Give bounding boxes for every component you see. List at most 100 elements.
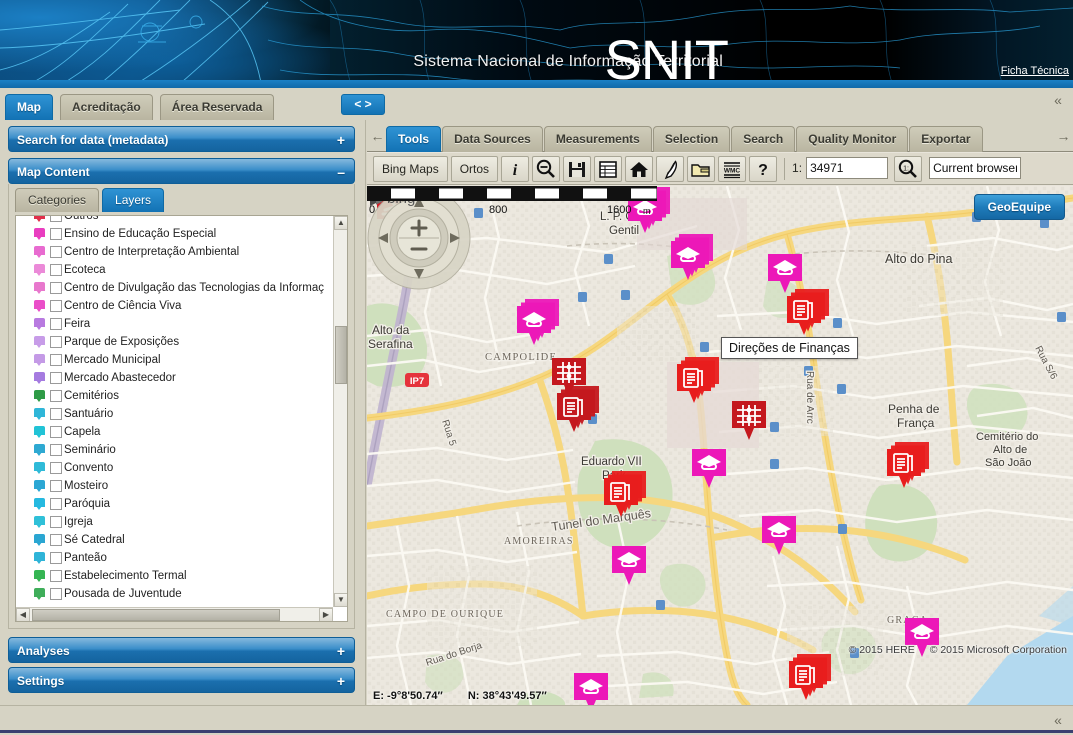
layer-list-item[interactable]: Centro de Divulgação das Tecnologias da … (16, 279, 333, 297)
layer-checkbox[interactable] (50, 354, 62, 366)
layer-list-item[interactable]: Sé Catedral (16, 531, 333, 549)
accordion-search-expand-icon[interactable]: + (337, 127, 345, 153)
collapse-header-chevron-icon[interactable]: « (1049, 92, 1067, 110)
accordion-settings-expand-icon[interactable]: + (337, 668, 345, 694)
layer-checkbox[interactable] (50, 534, 62, 546)
open-folder-icon[interactable] (687, 156, 716, 182)
accordion-analyses-expand-icon[interactable]: + (337, 638, 345, 664)
scroll-down-arrow-icon[interactable]: ▼ (334, 593, 347, 607)
tabbar-scroll-right-icon[interactable]: → (1055, 126, 1072, 148)
layer-list-item[interactable]: Mercado Municipal (16, 351, 333, 369)
scroll-left-arrow-icon[interactable]: ◀ (16, 608, 30, 621)
layer-list-item[interactable]: Centro de Ciência Viva (16, 297, 333, 315)
map-marker[interactable] (612, 546, 646, 585)
map-tab-quality-monitor[interactable]: Quality Monitor (796, 126, 909, 152)
geoequipe-button[interactable]: GeoEquipe (973, 194, 1065, 220)
info-icon[interactable]: i (501, 156, 530, 182)
topnav-tab-acreditacao[interactable]: Acreditação (60, 94, 153, 120)
layer-list-item[interactable]: Feira (16, 315, 333, 333)
layer-list-item[interactable]: Pousada de Juventude (16, 585, 333, 603)
layer-checkbox[interactable] (50, 552, 62, 564)
save-icon[interactable] (563, 156, 592, 182)
layer-checkbox[interactable] (50, 480, 62, 492)
layer-checkbox[interactable] (50, 228, 62, 240)
accordion-map-content[interactable]: Map Content – (8, 158, 355, 184)
layer-list-vertical-scrollbar[interactable]: ▲ ▼ (333, 216, 347, 607)
vertical-scroll-thumb[interactable] (335, 326, 347, 384)
layer-list-item[interactable]: Estabelecimento Termal (16, 567, 333, 585)
accordion-map-content-collapse-icon[interactable]: – (337, 159, 345, 185)
scale-input[interactable] (806, 157, 889, 179)
measure-pen-icon[interactable] (656, 156, 685, 182)
wmc-icon[interactable]: WMC (718, 156, 747, 182)
map-marker[interactable] (604, 471, 646, 517)
map-marker[interactable] (692, 449, 726, 488)
tabbar-scroll-left-icon[interactable]: ← (369, 126, 386, 148)
map-marker[interactable] (768, 254, 802, 293)
layer-checkbox[interactable] (50, 216, 62, 222)
layer-checkbox[interactable] (50, 300, 62, 312)
map-marker[interactable] (787, 289, 829, 335)
zoom-out-icon[interactable] (532, 156, 561, 182)
help-icon[interactable]: ? (749, 156, 778, 182)
layer-list-item[interactable]: Parque de Exposições (16, 333, 333, 351)
map-marker[interactable] (762, 516, 796, 555)
map-marker[interactable] (887, 442, 929, 488)
home-extent-icon[interactable] (625, 156, 654, 182)
map-marker[interactable] (517, 299, 559, 345)
map-marker[interactable] (574, 673, 608, 705)
accordion-settings[interactable]: Settings + (8, 667, 355, 693)
map-marker[interactable] (557, 386, 599, 432)
map-tab-tools[interactable]: Tools (386, 126, 442, 152)
map-canvas[interactable]: LISBOA L. P. O. F.GentilAlto daSerafinaC… (367, 186, 1073, 705)
layer-list-item[interactable]: Convento (16, 459, 333, 477)
layer-list-item[interactable]: Capela (16, 423, 333, 441)
layer-checkbox[interactable] (50, 498, 62, 510)
layer-checkbox[interactable] (50, 336, 62, 348)
layer-checkbox[interactable] (50, 408, 62, 420)
layer-checkbox[interactable] (50, 282, 62, 294)
map-marker[interactable] (732, 401, 766, 440)
layer-checkbox[interactable] (50, 318, 62, 330)
layer-checkbox[interactable] (50, 426, 62, 438)
layer-list-item[interactable]: Igreja (16, 513, 333, 531)
layer-checkbox[interactable] (50, 462, 62, 474)
layer-checkbox[interactable] (50, 588, 62, 600)
bing-maps-button[interactable]: Bing Maps (373, 156, 448, 182)
topnav-tab-map[interactable]: Map (5, 94, 53, 120)
horizontal-scroll-thumb[interactable] (32, 609, 280, 621)
zoom-scale-icon[interactable]: 1: (894, 156, 923, 182)
layer-list-item[interactable]: Mosteiro (16, 477, 333, 495)
layer-checkbox[interactable] (50, 444, 62, 456)
collapse-bottom-chevron-icon[interactable]: « (1049, 712, 1067, 730)
layer-list-item[interactable]: Ecoteca (16, 261, 333, 279)
map-tab-measurements[interactable]: Measurements (543, 126, 652, 152)
layer-list-horizontal-scrollbar[interactable]: ◀ ▶ (16, 607, 333, 621)
subtab-categories[interactable]: Categories (15, 188, 100, 212)
map-tab-search[interactable]: Search (731, 126, 796, 152)
scroll-right-arrow-icon[interactable]: ▶ (319, 608, 333, 621)
layer-list-item[interactable]: Ensino de Educação Especial (16, 225, 333, 243)
layer-list-item[interactable]: Outros (16, 216, 333, 225)
scroll-up-arrow-icon[interactable]: ▲ (334, 216, 347, 230)
layer-list-item[interactable]: Seminário (16, 441, 333, 459)
panel-toggle-arrow-button[interactable]: < > (341, 94, 385, 115)
layer-checkbox[interactable] (50, 390, 62, 402)
layer-list-item[interactable]: Mercado Abastecedor (16, 369, 333, 387)
map-marker[interactable] (677, 357, 719, 403)
browser-select-input[interactable] (929, 157, 1022, 179)
ficha-tecnica-link[interactable]: Ficha Técnica (1001, 65, 1069, 77)
layer-checkbox[interactable] (50, 246, 62, 258)
accordion-analyses[interactable]: Analyses + (8, 637, 355, 663)
layer-checkbox[interactable] (50, 372, 62, 384)
topnav-tab-area-reservada[interactable]: Área Reservada (159, 94, 275, 120)
map-tab-data-sources[interactable]: Data Sources (442, 126, 543, 152)
map-tab-exportar[interactable]: Exportar (909, 126, 983, 152)
map-markers[interactable] (367, 186, 1073, 705)
ortos-button[interactable]: Ortos (450, 156, 499, 182)
accordion-search-metadata[interactable]: Search for data (metadata) + (8, 126, 355, 152)
layer-checkbox[interactable] (50, 570, 62, 582)
map-tab-selection[interactable]: Selection (652, 126, 731, 152)
layer-list-item[interactable]: Paróquia (16, 495, 333, 513)
map-marker[interactable] (671, 234, 713, 280)
